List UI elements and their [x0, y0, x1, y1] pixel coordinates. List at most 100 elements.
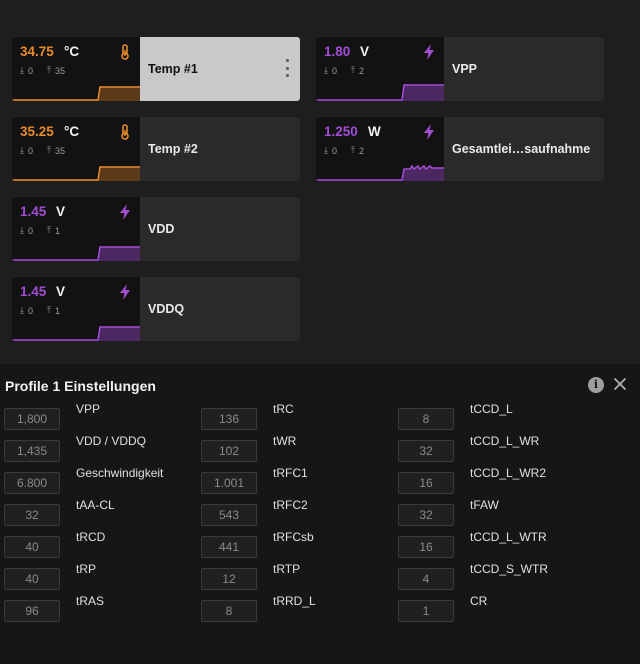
sensor-max: 1	[54, 305, 60, 316]
sensor-unit: V	[360, 44, 370, 59]
setting-tfaw: 32 tFAW	[398, 498, 499, 526]
sensor-sparkline	[12, 86, 140, 101]
setting-value-field[interactable]: 40	[4, 536, 60, 558]
setting-label: tFAW	[470, 498, 499, 512]
sensor-min: 0	[27, 225, 33, 236]
panel-title: Profile 1 Einstellungen	[5, 378, 156, 394]
setting-value-field[interactable]: 8	[201, 600, 257, 622]
setting-value-field[interactable]: 4	[398, 568, 454, 590]
sensor-readout: 1.80 V ⤓ 0 ⤒ 2	[316, 37, 444, 101]
sensor-max: 2	[358, 145, 364, 156]
setting-value-field[interactable]: 1,800	[4, 408, 60, 430]
min-icon: ⤓	[20, 145, 24, 155]
setting-label: tRFCsb	[273, 530, 314, 544]
setting-label: tRFC1	[273, 466, 308, 480]
sensor-value: 1.45	[20, 284, 47, 299]
sensor-readout: 1.250 W ⤓ 0 ⤒ 2	[316, 117, 444, 181]
setting-tccd-l-wtr: 16 tCCD_L_WTR	[398, 530, 547, 558]
sensor-label-area: Gesamtlei…saufnahme	[444, 117, 604, 181]
max-icon: ⤒	[47, 145, 51, 155]
setting-value-field[interactable]: 441	[201, 536, 257, 558]
setting-value-field[interactable]: 102	[201, 440, 257, 462]
min-icon: ⤓	[324, 65, 328, 75]
setting-label: tRCD	[76, 530, 106, 544]
setting-vdd-vddq: 1,435 VDD / VDDQ	[4, 434, 146, 462]
setting-value-field[interactable]: 16	[398, 536, 454, 558]
setting-value-field[interactable]: 16	[398, 472, 454, 494]
sensor-name: Temp #1	[148, 62, 198, 76]
setting-value-field[interactable]: 8	[398, 408, 454, 430]
sensor-tile-temp2[interactable]: 35.25 °C ⤓ 0 ⤒ 35 Temp #2	[12, 117, 300, 181]
setting-value-field[interactable]: 96	[4, 600, 60, 622]
setting-value-field[interactable]: 40	[4, 568, 60, 590]
setting-tccd-l-wr: 32 tCCD_L_WR	[398, 434, 539, 462]
setting-label: CR	[470, 594, 488, 608]
setting-label: tCCD_L_WTR	[470, 530, 547, 544]
more-options-icon[interactable]	[286, 59, 290, 77]
sensor-name: VDDQ	[148, 302, 185, 316]
sensor-readout: 35.25 °C ⤓ 0 ⤒ 35	[12, 117, 140, 181]
sensor-tile-vdd[interactable]: 1.45 V ⤓ 0 ⤒ 1 VDD	[12, 197, 300, 261]
setting-label: Geschwindigkeit	[76, 466, 164, 480]
sensor-max: 1	[54, 225, 60, 236]
setting-value-field[interactable]: 543	[201, 504, 257, 526]
sensor-label-area: VDDQ	[140, 277, 300, 341]
setting-value-field[interactable]: 32	[4, 504, 60, 526]
sensor-sparkline	[12, 246, 140, 261]
min-icon: ⤓	[20, 65, 24, 75]
setting-value-field[interactable]: 136	[201, 408, 257, 430]
setting-value-field[interactable]: 1,435	[4, 440, 60, 462]
setting-tccd-l: 8 tCCD_L	[398, 402, 513, 430]
min-icon: ⤓	[324, 145, 328, 155]
setting-label: tAA-CL	[76, 498, 115, 512]
lightning-icon	[120, 204, 130, 220]
thermometer-icon	[121, 44, 129, 60]
sensor-max: 2	[358, 65, 364, 76]
setting-label: tRP	[76, 562, 97, 576]
sensor-value: 1.250	[324, 124, 358, 139]
setting-label: tCCD_L	[470, 402, 513, 416]
sensor-tile-vpp[interactable]: 1.80 V ⤓ 0 ⤒ 2 VPP	[316, 37, 604, 101]
setting-label: tRTP	[273, 562, 301, 576]
sensor-readout: 1.45 V ⤓ 0 ⤒ 1	[12, 197, 140, 261]
setting-tras: 96 tRAS	[4, 594, 104, 622]
sensor-value: 34.75	[20, 44, 54, 59]
lightning-icon	[424, 44, 434, 60]
sensor-min-max: ⤓ 0 ⤒ 2	[324, 145, 364, 156]
lightning-icon	[120, 284, 130, 300]
sensor-tile-temp1[interactable]: 34.75 °C ⤓ 0 ⤒ 35 Temp #1	[12, 37, 300, 101]
sensor-readout: 1.45 V ⤓ 0 ⤒ 1	[12, 277, 140, 341]
sensor-min: 0	[27, 305, 33, 316]
setting-label: tCCD_L_WR	[470, 434, 540, 448]
info-icon[interactable]: i	[588, 377, 604, 393]
setting-tccd-l-wr2: 16 tCCD_L_WR2	[398, 466, 546, 494]
max-icon: ⤒	[351, 145, 355, 155]
setting-label: VDD / VDDQ	[76, 434, 147, 448]
setting-value-field[interactable]: 32	[398, 504, 454, 526]
sensor-label-area: VDD	[140, 197, 300, 261]
close-icon[interactable]	[612, 376, 628, 392]
setting-trp: 40 tRP	[4, 562, 96, 590]
setting-value-field[interactable]: 6.800	[4, 472, 60, 494]
setting-trc: 136 tRC	[201, 402, 294, 430]
setting-trtp: 12 tRTP	[201, 562, 300, 590]
setting-value-field[interactable]: 32	[398, 440, 454, 462]
sensor-label-area: VPP	[444, 37, 604, 101]
setting-trcd: 40 tRCD	[4, 530, 105, 558]
sensor-label-area: Temp #2	[140, 117, 300, 181]
setting-value-field[interactable]: 12	[201, 568, 257, 590]
setting-value-field[interactable]: 1	[398, 600, 454, 622]
sensor-unit: V	[56, 204, 66, 219]
setting-value-field[interactable]: 1.001	[201, 472, 257, 494]
sensor-value: 35.25	[20, 124, 54, 139]
sensor-sparkline	[12, 166, 140, 181]
sensor-tile-power[interactable]: 1.250 W ⤓ 0 ⤒ 2 Gesamtlei…saufnahme	[316, 117, 604, 181]
max-icon: ⤒	[351, 65, 355, 75]
sensor-max: 35	[54, 65, 65, 76]
sensor-sparkline	[12, 326, 140, 341]
setting-taa-cl: 32 tAA-CL	[4, 498, 115, 526]
sensor-min-max: ⤓ 0 ⤒ 2	[324, 65, 364, 76]
sensor-name: VPP	[452, 62, 478, 76]
sensor-tile-vddq[interactable]: 1.45 V ⤓ 0 ⤒ 1 VDDQ	[12, 277, 300, 341]
setting-cr: 1 CR	[398, 594, 487, 622]
